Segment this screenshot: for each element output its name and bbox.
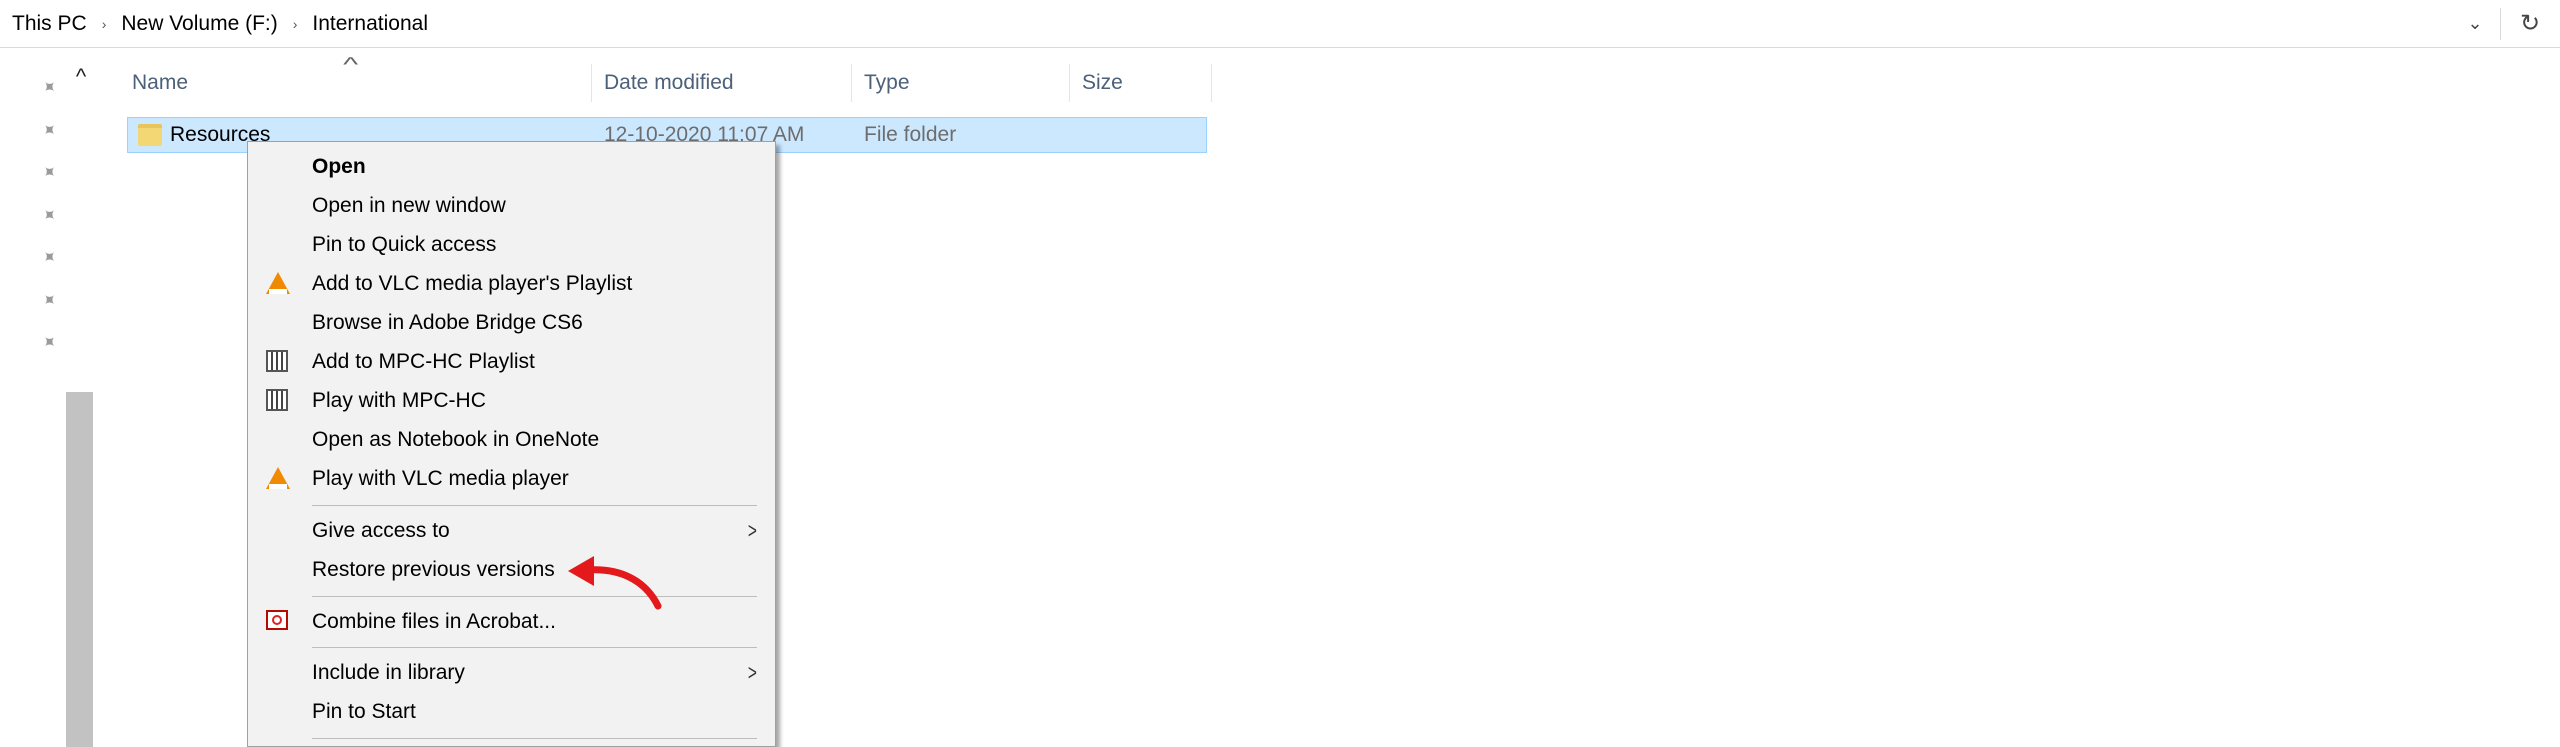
- menu-item-pin-to-quick-access[interactable]: Pin to Quick access: [248, 225, 775, 264]
- annotation-arrow-icon: [568, 556, 662, 610]
- menu-item-label: Add to MPC-HC Playlist: [312, 349, 535, 373]
- menu-item-label: Play with VLC media player: [312, 466, 569, 490]
- menu-item-label: Browse in Adobe Bridge CS6: [312, 310, 583, 334]
- pin-icon[interactable]: ✦: [23, 232, 74, 283]
- acrobat-icon: [266, 610, 290, 634]
- column-header-size[interactable]: Size: [1070, 64, 1212, 102]
- mpc-hc-icon: [266, 389, 290, 413]
- menu-item-label: Open as Notebook in OneNote: [312, 427, 600, 451]
- menu-item-label: Add to VLC media player's Playlist: [312, 271, 633, 295]
- breadcrumb-chevron-icon[interactable]: ›: [293, 16, 298, 32]
- menu-item-play-with-vlc[interactable]: Play with VLC media player: [248, 459, 775, 498]
- pin-icon[interactable]: ✦: [23, 189, 74, 240]
- folder-icon: [138, 124, 162, 146]
- menu-item-restore-previous-versions[interactable]: Restore previous versions: [248, 550, 775, 589]
- menu-item-add-to-mpc-hc-playlist[interactable]: Add to MPC-HC Playlist: [248, 342, 775, 381]
- address-history-dropdown-icon[interactable]: ⌄: [2455, 0, 2495, 47]
- mpc-hc-icon: [266, 350, 290, 374]
- menu-item-label: Pin to Quick access: [312, 232, 497, 256]
- quick-access-pins: ✦ ✦ ✦ ✦ ✦ ✦ ✦: [34, 66, 64, 364]
- menu-item-label: Open: [312, 154, 366, 178]
- breadcrumb-this-pc[interactable]: This PC: [10, 12, 89, 36]
- menu-item-label: Restore previous versions: [312, 557, 555, 581]
- pin-icon[interactable]: ✦: [23, 317, 74, 368]
- menu-item-label: Combine files in Acrobat...: [312, 609, 556, 633]
- menu-item-label: Play with MPC-HC: [312, 388, 486, 412]
- menu-separator: [312, 738, 757, 739]
- menu-item-open-in-new-window[interactable]: Open in new window: [248, 186, 775, 225]
- pin-icon[interactable]: ✦: [23, 147, 74, 198]
- file-type: File folder: [864, 123, 957, 146]
- nav-pane-scrollbar-thumb[interactable]: [66, 392, 93, 747]
- pin-icon[interactable]: ✦: [23, 104, 74, 155]
- submenu-chevron-icon: >: [748, 517, 758, 543]
- menu-item-combine-files-in-acrobat[interactable]: Combine files in Acrobat...: [248, 602, 775, 641]
- menu-item-label: Pin to Start: [312, 699, 416, 723]
- menu-item-label: Give access to: [312, 518, 450, 542]
- address-divider: [2500, 8, 2501, 40]
- context-menu: Open Open in new window Pin to Quick acc…: [247, 141, 776, 747]
- menu-item-pin-to-start[interactable]: Pin to Start: [248, 692, 775, 731]
- menu-item-browse-in-adobe-bridge[interactable]: Browse in Adobe Bridge CS6: [248, 303, 775, 342]
- column-header-type[interactable]: Type: [852, 64, 1070, 102]
- menu-item-label: Include in library: [312, 660, 465, 684]
- menu-item-play-with-mpc-hc[interactable]: Play with MPC-HC: [248, 381, 775, 420]
- menu-item-give-access-to[interactable]: Give access to >: [248, 511, 775, 550]
- menu-item-open[interactable]: Open: [248, 147, 775, 186]
- menu-separator: [312, 505, 757, 506]
- address-bar[interactable]: This PC › New Volume (F:) › Internationa…: [0, 0, 2560, 48]
- breadcrumb-international[interactable]: International: [310, 12, 430, 36]
- menu-separator: [312, 647, 757, 648]
- column-header-name[interactable]: Name: [120, 64, 592, 102]
- menu-item-open-as-notebook-onenote[interactable]: Open as Notebook in OneNote: [248, 420, 775, 459]
- nav-scroll-up-icon[interactable]: ^: [66, 62, 96, 92]
- submenu-chevron-icon: >: [748, 659, 758, 685]
- vlc-icon: [266, 272, 290, 296]
- breadcrumb-new-volume[interactable]: New Volume (F:): [119, 12, 279, 36]
- pin-icon[interactable]: ✦: [23, 274, 74, 325]
- menu-item-label: Open in new window: [312, 193, 506, 217]
- breadcrumb: This PC › New Volume (F:) › Internationa…: [10, 0, 430, 47]
- refresh-icon[interactable]: ↻: [2508, 0, 2552, 47]
- column-header-date-modified[interactable]: Date modified: [592, 64, 852, 102]
- menu-item-include-in-library[interactable]: Include in library >: [248, 653, 775, 692]
- menu-item-add-to-vlc-playlist[interactable]: Add to VLC media player's Playlist: [248, 264, 775, 303]
- vlc-icon: [266, 467, 290, 491]
- breadcrumb-chevron-icon[interactable]: ›: [102, 16, 107, 32]
- menu-separator: [312, 596, 757, 597]
